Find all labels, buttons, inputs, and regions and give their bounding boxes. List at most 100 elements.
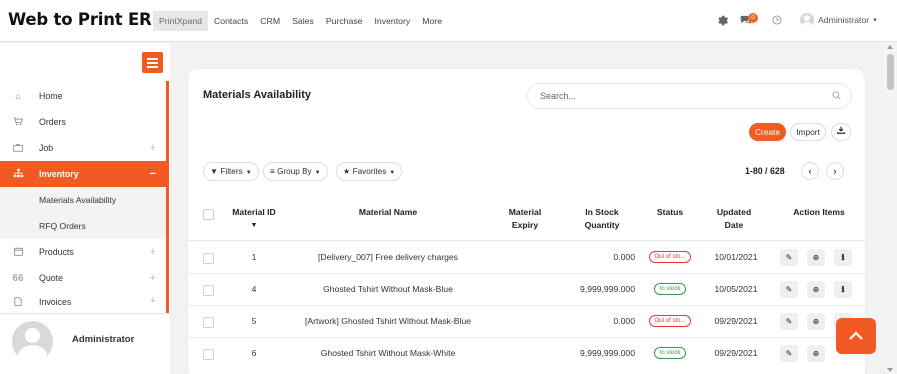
- sidebar-subitem-rfq-orders[interactable]: RFQ Orders: [0, 213, 166, 239]
- download-button[interactable]: [831, 123, 851, 141]
- plus-circle-icon: ⊕: [812, 285, 820, 294]
- status-badge: In stock: [654, 347, 686, 359]
- scroll-up-arrow-icon[interactable]: [887, 45, 893, 49]
- cell-material-name: [Artwork] Ghosted Tshirt Without Mask-Bl…: [304, 316, 472, 326]
- edit-button[interactable]: ✎: [780, 281, 798, 298]
- add-button[interactable]: ⊕: [807, 249, 825, 266]
- hamburger-icon-line: [147, 62, 158, 64]
- edit-button[interactable]: ✎: [780, 313, 798, 330]
- expand-icon[interactable]: +: [150, 295, 156, 307]
- sidebar-scrollbar[interactable]: [166, 81, 169, 313]
- expand-icon[interactable]: +: [150, 246, 156, 258]
- prev-page-button[interactable]: ‹: [801, 162, 819, 180]
- menu-item-printxpand[interactable]: PrintXpand: [153, 11, 208, 31]
- col-in-stock[interactable]: In Stock Quantity: [569, 206, 635, 232]
- import-button[interactable]: Import: [790, 123, 826, 141]
- row-checkbox[interactable]: [203, 253, 214, 264]
- table-row[interactable]: 4 Ghosted Tshirt Without Mask-Blue 9,999…: [188, 274, 865, 306]
- plus-circle-icon: ⊕: [812, 349, 820, 358]
- col-material-name[interactable]: Material Name: [318, 206, 458, 219]
- page-scrollbar[interactable]: [884, 43, 897, 374]
- menu-item-crm[interactable]: CRM: [254, 11, 286, 31]
- sidebar-item-products[interactable]: Products +: [0, 239, 166, 265]
- sidebar: ⌂ Home Orders Job + Inventory − Material…: [0, 43, 170, 313]
- col-material-expiry[interactable]: Material Expiry: [493, 206, 557, 232]
- cell-in-stock: 9,999,999.000: [580, 284, 635, 294]
- clock-icon[interactable]: [772, 15, 782, 25]
- select-all-checkbox[interactable]: [203, 209, 214, 220]
- avatar[interactable]: [12, 321, 53, 362]
- edit-button[interactable]: ✎: [780, 345, 798, 362]
- col-material-id-label: Material ID: [232, 207, 276, 217]
- user-menu[interactable]: Administrator ▾: [800, 13, 877, 27]
- filters-dropdown[interactable]: ▼ Filters ▼: [203, 162, 259, 181]
- calendar-icon: [12, 247, 24, 258]
- cell-material-id: 1: [251, 252, 257, 262]
- cell-material-name: Ghosted Tshirt Without Mask-White: [320, 348, 456, 358]
- app-title[interactable]: Web to Print ERP: [8, 10, 164, 29]
- star-icon: ★: [343, 167, 351, 176]
- col-updated-date[interactable]: Updated Date: [704, 206, 764, 232]
- sidebar-item-job[interactable]: Job +: [0, 135, 166, 161]
- table-row[interactable]: 5 [Artwork] Ghosted Tshirt Without Mask-…: [188, 306, 865, 338]
- debug-gear-icon[interactable]: [717, 15, 728, 26]
- sidebar-item-label: Products: [39, 247, 74, 257]
- pager-range: 1-80 / 628: [745, 166, 785, 176]
- page-title: Materials Availability: [203, 89, 312, 101]
- menu-item-purchase[interactable]: Purchase: [320, 11, 369, 31]
- add-button[interactable]: ⊕: [807, 313, 825, 330]
- user-name: Administrator: [818, 15, 870, 25]
- row-checkbox[interactable]: [203, 285, 214, 296]
- search-input[interactable]: [540, 91, 820, 101]
- create-button[interactable]: Create: [749, 123, 786, 141]
- table-row[interactable]: 1 [Delivery_007] Free delivery charges 0…: [188, 242, 865, 274]
- download-icon: [837, 126, 845, 134]
- row-checkbox[interactable]: [203, 317, 214, 328]
- info-button[interactable]: ℹ: [834, 249, 852, 266]
- edit-button[interactable]: ✎: [780, 249, 798, 266]
- cell-material-id: 5: [251, 316, 257, 326]
- next-page-button[interactable]: ›: [826, 162, 844, 180]
- chevron-up-icon: [849, 331, 863, 340]
- col-material-id[interactable]: Material ID ▼: [222, 206, 286, 232]
- menu-item-sales[interactable]: Sales: [286, 11, 320, 31]
- menu-item-inventory[interactable]: Inventory: [369, 11, 417, 31]
- scrollbar-thumb[interactable]: [887, 54, 894, 90]
- info-button[interactable]: ℹ: [834, 281, 852, 298]
- sidebar-item-invoices[interactable]: Invoices +: [0, 291, 166, 313]
- sidebar-item-orders[interactable]: Orders: [0, 109, 166, 135]
- sidebar-subitem-materials-availability[interactable]: Materials Availability: [0, 187, 166, 213]
- col-material-expiry-line2: Expiry: [511, 220, 539, 230]
- groupby-dropdown[interactable]: ≡ Group By ▼: [263, 162, 328, 181]
- search-icon[interactable]: [832, 91, 841, 100]
- col-status[interactable]: Status: [644, 206, 696, 219]
- hamburger-icon: [147, 58, 158, 60]
- cell-material-name: [Delivery_007] Free delivery charges: [318, 252, 458, 262]
- row-checkbox[interactable]: [203, 349, 214, 360]
- edit-icon: ✎: [785, 253, 793, 262]
- sort-desc-icon[interactable]: ▼: [222, 219, 286, 232]
- scroll-down-arrow-icon[interactable]: [887, 368, 893, 372]
- add-button[interactable]: ⊕: [807, 281, 825, 298]
- chevron-down-icon: ▼: [389, 170, 396, 176]
- col-updated-line1: Updated: [716, 207, 752, 217]
- sidebar-item-home[interactable]: ⌂ Home: [0, 83, 166, 109]
- collapse-icon[interactable]: −: [150, 168, 156, 180]
- menu-item-contacts[interactable]: Contacts: [208, 11, 254, 31]
- table-row[interactable]: 6 Ghosted Tshirt Without Mask-White 9,99…: [188, 338, 865, 370]
- cell-in-stock: 0.000: [613, 316, 635, 326]
- sidebar-user-name: Administrator: [72, 334, 135, 345]
- menu-toggle-button[interactable]: [142, 52, 163, 73]
- sidebar-item-label: Quote: [39, 273, 63, 283]
- expand-icon[interactable]: +: [150, 272, 156, 284]
- materials-card: Materials Availability Create Import ▼ F…: [188, 69, 865, 374]
- expand-icon[interactable]: +: [150, 142, 156, 154]
- plus-circle-icon: ⊕: [812, 253, 820, 262]
- favorites-dropdown[interactable]: ★ Favorites ▼: [336, 162, 403, 181]
- scroll-to-top-button[interactable]: [836, 318, 876, 354]
- sidebar-item-inventory[interactable]: Inventory −: [0, 161, 166, 187]
- add-button[interactable]: ⊕: [807, 345, 825, 362]
- menu-item-more[interactable]: More: [416, 11, 448, 31]
- sidebar-item-quote[interactable]: 66 Quote +: [0, 265, 166, 291]
- sidebar-item-label: Job: [39, 143, 54, 153]
